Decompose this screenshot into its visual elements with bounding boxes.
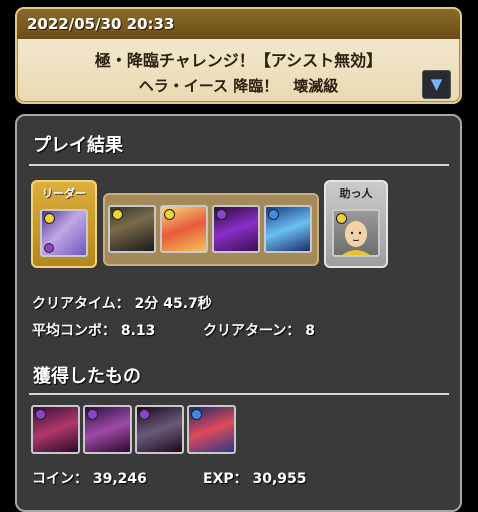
drop-monster-3-icon[interactable]: [135, 405, 184, 454]
divider: [29, 164, 449, 166]
attribute-icon: [112, 209, 123, 220]
avg-combo-row: 平均コンボ： 8.13: [32, 320, 155, 340]
sub-monster-3-icon[interactable]: [212, 205, 260, 253]
exp-label: EXP：: [203, 471, 248, 487]
attribute-icon: [191, 409, 202, 420]
play-result-heading: プレイ結果: [33, 135, 123, 156]
leader-slot: リーダー: [31, 180, 97, 268]
sub-monster-2-icon[interactable]: [160, 205, 208, 253]
drop-monster-2-icon[interactable]: [83, 405, 132, 454]
attribute-icon: [216, 209, 227, 220]
exp-row: EXP： 30,955: [203, 468, 307, 488]
attribute-icon: [336, 213, 347, 224]
attribute-icon: [268, 209, 279, 220]
helper-label: 助っ人: [339, 187, 373, 200]
rewards-heading: 獲得したもの: [33, 366, 141, 387]
drop-monster-4-icon[interactable]: [187, 405, 236, 454]
drop-monster-1-icon[interactable]: [31, 405, 80, 454]
coin-row: コイン： 39,246: [32, 468, 147, 488]
clear-time-value: 2分 45.7秒: [134, 296, 212, 312]
result-panel: プレイ結果 リーダー 助っ人 クリアタイム： 2分 45.7秒 平均コンボ： 8…: [15, 114, 462, 512]
clear-turns-value: 8: [305, 323, 315, 339]
sub-monster-1-icon[interactable]: [108, 205, 156, 253]
dungeon-banner: 2022/05/30 20:33 極・降臨チャレンジ！【アシスト無効】 ヘラ・イ…: [15, 7, 462, 104]
coin-value: 39,246: [92, 471, 147, 487]
divider: [29, 393, 449, 395]
sub-members: [103, 193, 319, 266]
attribute-icon: [164, 209, 175, 220]
helper-slot: 助っ人: [324, 180, 388, 268]
leader-label: リーダー: [42, 187, 86, 200]
exp-value: 30,955: [252, 471, 307, 487]
helper-monster-icon[interactable]: [332, 209, 380, 257]
avg-combo-value: 8.13: [120, 323, 156, 339]
attribute-icon: [139, 409, 150, 420]
attribute-icon: [35, 409, 46, 420]
dungeon-title: 極・降臨チャレンジ！【アシスト無効】: [94, 51, 383, 70]
dungeon-subtitle: ヘラ・イース 降臨！ 壊滅級: [138, 77, 339, 95]
avg-combo-label: 平均コンボ：: [32, 323, 116, 339]
clear-turns-row: クリアターン： 8: [203, 320, 315, 340]
clear-time-row: クリアタイム： 2分 45.7秒: [32, 293, 212, 313]
coin-label: コイン：: [32, 471, 88, 487]
sub-attribute-icon: [44, 243, 54, 253]
clear-time-label: クリアタイム：: [32, 296, 130, 312]
play-datetime: 2022/05/30 20:33: [17, 9, 460, 39]
attribute-icon: [44, 213, 55, 224]
attribute-icon: [87, 409, 98, 420]
leader-monster-icon[interactable]: [40, 209, 88, 257]
clear-turns-label: クリアターン：: [203, 323, 301, 339]
triangle-down-icon[interactable]: ▼: [422, 70, 451, 99]
sub-monster-4-icon[interactable]: [264, 205, 312, 253]
